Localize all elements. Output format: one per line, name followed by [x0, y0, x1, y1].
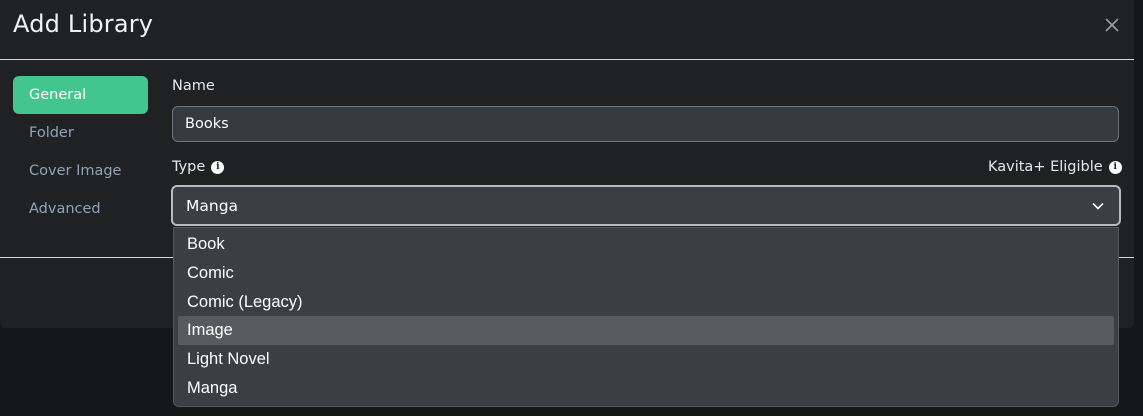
- type-option-book[interactable]: Book: [178, 230, 1114, 259]
- info-icon[interactable]: i: [1108, 160, 1122, 174]
- modal-title: Add Library: [13, 10, 154, 38]
- type-dropdown-list: Book Comic Comic (Legacy) Image Light No…: [173, 227, 1119, 407]
- nav-item-advanced[interactable]: Advanced: [13, 190, 148, 228]
- type-option-manga[interactable]: Manga: [178, 374, 1114, 403]
- type-select-value: Manga: [186, 197, 239, 215]
- type-select[interactable]: Manga: [171, 185, 1121, 226]
- kavita-eligible-row: Kavita+ Eligible i: [988, 159, 1122, 175]
- chevron-down-icon: [1092, 202, 1104, 210]
- type-option-comic-legacy[interactable]: Comic (Legacy): [178, 288, 1114, 317]
- type-option-comic[interactable]: Comic: [178, 259, 1114, 288]
- close-button[interactable]: [1101, 14, 1123, 36]
- type-label-row: Type i: [172, 159, 225, 175]
- nav-item-general[interactable]: General: [13, 76, 148, 114]
- type-label: Type: [172, 159, 206, 175]
- close-icon: [1105, 18, 1119, 32]
- info-icon[interactable]: i: [211, 160, 225, 174]
- name-label: Name: [172, 78, 215, 94]
- type-option-light-novel[interactable]: Light Novel: [178, 345, 1114, 374]
- nav-item-cover-image[interactable]: Cover Image: [13, 152, 148, 190]
- kavita-eligible-label: Kavita+ Eligible: [988, 159, 1103, 175]
- type-option-image[interactable]: Image: [178, 316, 1114, 346]
- modal-header: Add Library: [0, 0, 1134, 60]
- settings-nav: General Folder Cover Image Advanced: [13, 76, 148, 228]
- nav-item-folder[interactable]: Folder: [13, 114, 148, 152]
- name-input[interactable]: [172, 106, 1119, 142]
